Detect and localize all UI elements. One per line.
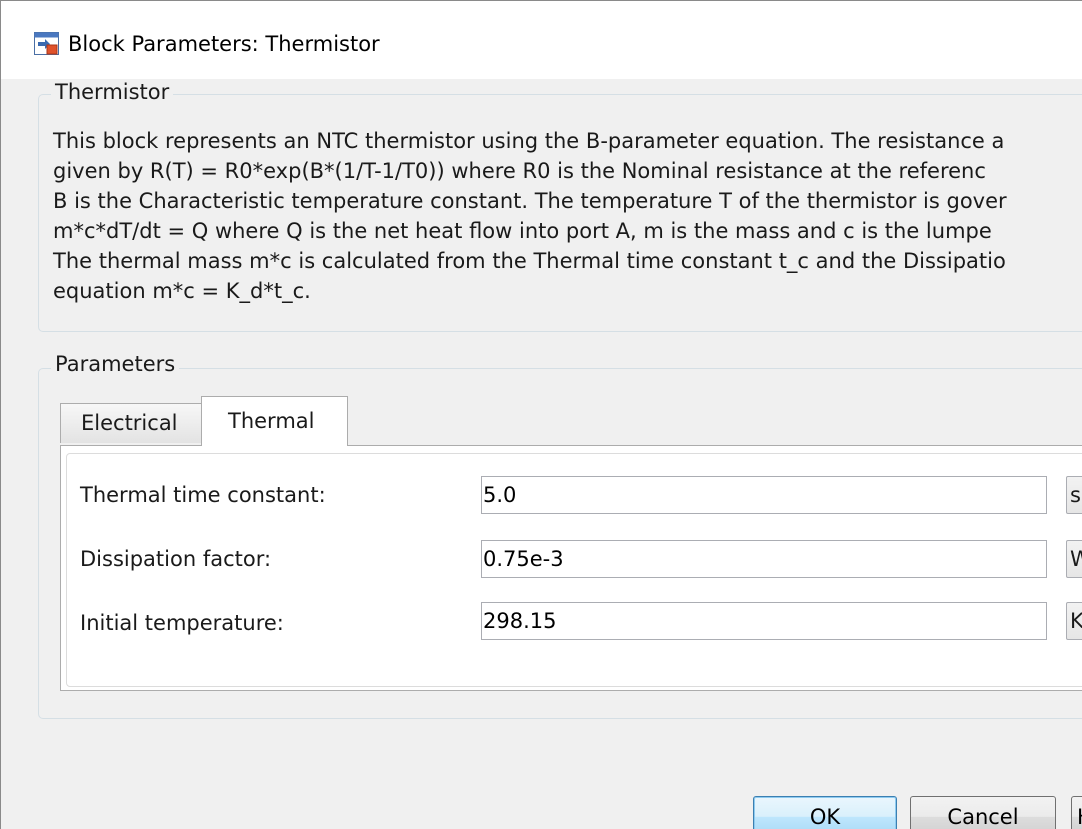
description-heading: Thermistor (51, 80, 174, 104)
thermal-time-constant-unit[interactable]: s (1066, 476, 1082, 514)
description-line: m*c*dT/dt = Q where Q is the net heat fl… (53, 219, 992, 243)
dissipation-factor-input[interactable] (481, 540, 1047, 578)
description-line: The thermal mass m*c is calculated from … (53, 249, 1006, 273)
window-title: Block Parameters: Thermistor (68, 32, 380, 56)
block-parameters-dialog: Block Parameters: Thermistor Thermistor … (0, 0, 1082, 829)
thermal-time-constant-input[interactable] (481, 476, 1047, 514)
thermal-time-constant-label: Thermal time constant: (80, 483, 326, 507)
tab-thermal[interactable]: Thermal (201, 396, 348, 446)
ok-button[interactable]: OK (753, 796, 897, 829)
initial-temperature-label: Initial temperature: (80, 611, 284, 635)
initial-temperature-input[interactable] (481, 602, 1047, 640)
cancel-button[interactable]: Cancel (910, 796, 1056, 829)
tab-electrical[interactable]: Electrical (60, 403, 206, 443)
parameters-heading: Parameters (51, 352, 180, 376)
description-line: B is the Characteristic temperature cons… (53, 189, 1007, 213)
initial-temperature-unit[interactable]: K (1066, 602, 1082, 640)
description-line: given by R(T) = R0*exp(B*(1/T-1/T0)) whe… (53, 159, 986, 183)
block-parameters-icon (34, 32, 59, 55)
help-button[interactable]: Help (1071, 796, 1082, 829)
dissipation-factor-label: Dissipation factor: (80, 547, 272, 571)
title-bar: Block Parameters: Thermistor (1, 1, 1082, 79)
description-line: equation m*c = K_d*t_c. (53, 279, 311, 303)
description-line: This block represents an NTC thermistor … (53, 129, 1005, 153)
dissipation-factor-unit[interactable]: W (1066, 540, 1082, 578)
